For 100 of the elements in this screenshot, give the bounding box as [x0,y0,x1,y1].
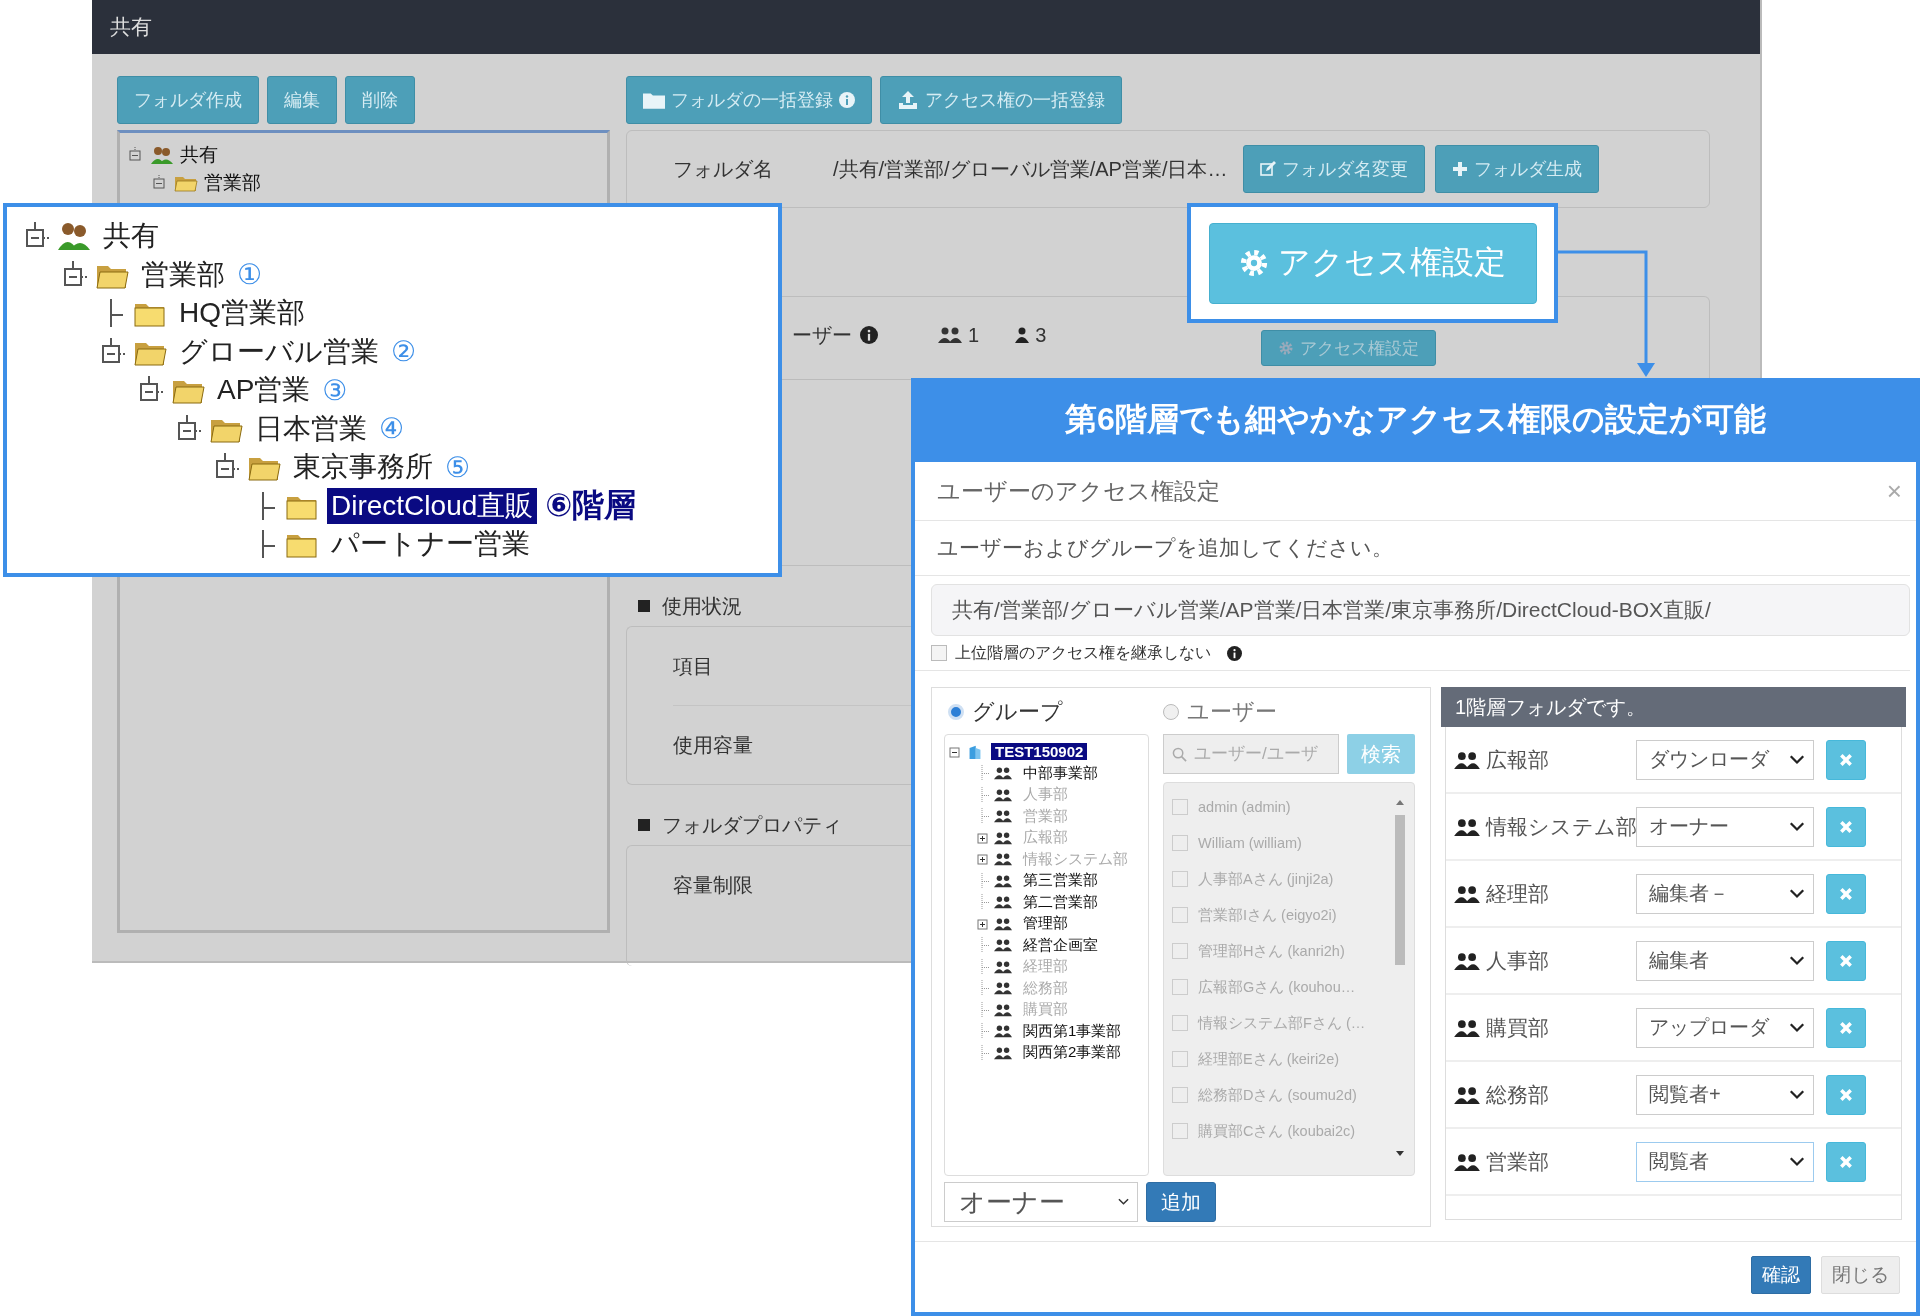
group-icon [994,873,1012,888]
toolbar-button[interactable]: 編集 [267,76,337,124]
group-icon [994,981,1012,996]
folder-icon [643,91,665,109]
checkbox[interactable] [1172,1015,1188,1031]
group-name: 営業部 [1486,1148,1550,1175]
tree-item[interactable]: 共有 [180,142,218,168]
tree-item[interactable]: TEST150902 [991,743,1088,761]
dialog-button[interactable]: 確認 [1751,1256,1811,1294]
search-icon [1172,747,1187,762]
tree-item[interactable]: DirectCloud直販 [327,487,538,524]
checkbox[interactable] [1172,871,1188,887]
dialog-button[interactable]: 閉じる [1821,1256,1900,1294]
remove-button[interactable] [1826,1074,1866,1115]
collapse-icon[interactable] [128,147,144,163]
add-button[interactable]: 追加 [1146,1182,1216,1222]
folder-path: /共有/営業部/グローバル営業/AP営業/日本… [833,156,1228,182]
close-button[interactable]: × [1886,475,1902,507]
banner-text: 第6階層でも細やかなアクセス権限の設定が可能 [1065,400,1766,439]
close-icon [1839,752,1853,767]
tree-item[interactable]: HQ営業部 [175,295,309,332]
tree-item[interactable]: 関西第2事業部 [1019,1043,1126,1063]
chevron-icon [1789,888,1805,899]
tree-line [262,530,276,559]
checkbox[interactable] [1172,907,1188,923]
tree-line [262,491,276,520]
remove-button[interactable] [1826,873,1866,914]
group-icon [1454,951,1480,970]
chevron-icon [1789,821,1805,832]
remove-button[interactable] [1826,1007,1866,1048]
toolbar-button[interactable]: フォルダ作成 [117,76,259,124]
collapse-icon[interactable] [63,260,87,289]
checkbox[interactable] [1172,943,1188,959]
tree-item[interactable]: 東京事務所 [289,449,437,486]
role-dropdown[interactable]: 編集者－ [1636,873,1814,914]
tree-item[interactable]: パートナー営業 [327,526,534,563]
tree-item[interactable]: 共有 [99,218,163,255]
group-icon [994,830,1012,845]
checkbox[interactable] [1172,979,1188,995]
tree-item[interactable]: 経営企画室 [1019,935,1102,955]
tree-item[interactable]: AP営業 [213,372,315,409]
folder-action-button[interactable]: フォルダ生成 [1435,145,1600,193]
tree-item[interactable]: 営業部 [204,170,261,196]
collapse-icon[interactable] [101,337,125,366]
remove-button[interactable] [1826,1141,1866,1182]
checkbox[interactable] [1172,799,1188,815]
info-icon [839,92,855,108]
level-marker: ④ [379,412,405,446]
group-icon [994,1002,1012,1017]
checkbox[interactable] [1172,1051,1188,1067]
collapse-icon[interactable] [152,175,168,191]
dialog-title: ユーザーのアクセス権設定 [937,476,1220,506]
role-dropdown[interactable]: オーナー [944,1182,1138,1222]
checkbox[interactable] [1172,1123,1188,1139]
toolbar-button[interactable]: 削除 [345,76,415,124]
collapse-icon[interactable] [177,414,201,443]
toolbar-button[interactable]: フォルダの一括登録 [626,76,872,124]
group-name: 広報部 [1486,746,1550,773]
tree-item[interactable]: 中部事業部 [1019,763,1102,783]
toolbar-button[interactable]: アクセス権の一括登録 [880,76,1122,124]
tree-item[interactable]: 日本営業 [251,410,371,447]
tree-item[interactable]: グローバル営業 [175,333,383,370]
group-name: 総務部 [1486,1081,1550,1108]
radio-option[interactable]: ユーザー [1163,697,1277,727]
radio-option[interactable]: グループ [948,697,1063,727]
tree-item[interactable]: 営業部 [137,256,229,293]
group-icon [1454,1152,1480,1171]
role-dropdown[interactable]: アップローダ [1636,1007,1814,1048]
group-icon [1454,1018,1480,1037]
chevron-icon [1789,955,1805,966]
tree-item[interactable]: 第二営業部 [1019,892,1102,912]
checkbox[interactable] [931,645,947,661]
checkbox[interactable] [1172,835,1188,851]
checkbox[interactable] [1172,1087,1188,1103]
role-dropdown[interactable]: オーナー [1636,806,1814,847]
level-marker: ⑤ [445,450,471,484]
user-icon [1015,327,1030,343]
remove-button[interactable] [1826,806,1866,847]
group-icon [994,766,1012,781]
folder-action-button[interactable]: フォルダ名変更 [1243,145,1426,193]
instruction-text: ユーザーおよびグループを追加してください。 [937,535,1393,561]
level-marker: ① [237,258,263,292]
role-dropdown[interactable]: 編集者 [1636,940,1814,981]
group-name: 人事部 [1486,947,1550,974]
remove-button[interactable] [1826,739,1866,780]
group-icon [1454,750,1480,769]
tree-item[interactable]: 関西第1事業部 [1019,1021,1126,1041]
role-dropdown[interactable]: 閲覧者 [1636,1141,1814,1182]
group-icon [938,327,962,343]
users-icon [150,145,174,165]
tree-item[interactable]: 管理部 [1019,914,1072,934]
edit-icon [1260,161,1277,177]
group-icon [1454,884,1480,903]
remove-button[interactable] [1826,940,1866,981]
search-field[interactable]: ユーザー/ユーザ [1163,734,1339,774]
tree-item[interactable]: 第三営業部 [1019,871,1102,891]
bullet-icon [638,819,650,831]
role-dropdown[interactable]: ダウンローダ [1636,739,1814,780]
role-dropdown[interactable]: 閲覧者+ [1636,1074,1814,1115]
access-label: ーザー [792,322,852,348]
